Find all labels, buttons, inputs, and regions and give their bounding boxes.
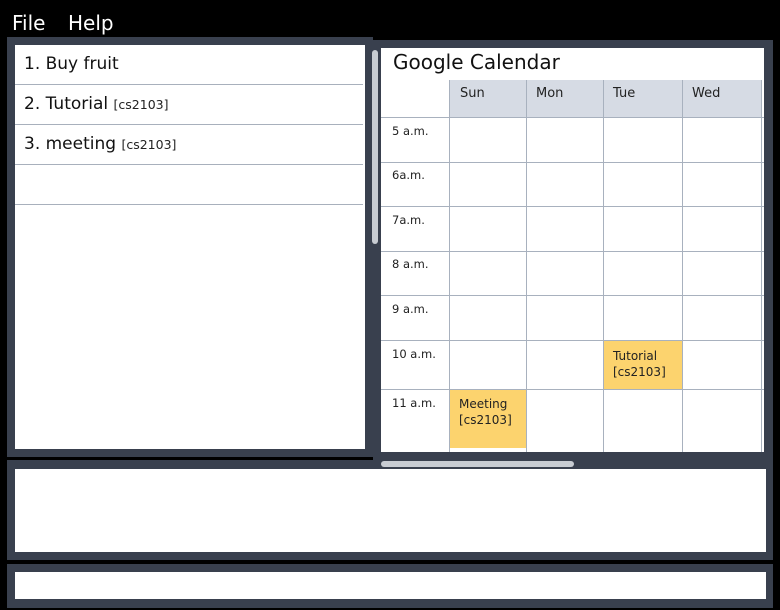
task-label: 3. meeting [24,134,117,154]
day-header-sun: Sun [460,86,485,101]
task-label: 1. Buy fruit [24,54,119,74]
calendar-event-tutorial[interactable]: Tutorial [cs2103] [604,341,682,389]
time-label: 5 a.m. [392,124,429,138]
time-label: 9 a.m. [392,302,429,316]
time-label: 11 a.m. [392,396,436,410]
day-header-mon: Mon [536,86,564,101]
event-tag: [cs2103] [459,413,512,427]
day-header-wed: Wed [692,86,721,101]
task-tag: [cs2103] [113,97,169,112]
task-tag: [cs2103] [121,137,177,152]
grid-line [381,295,764,296]
event-title: Tutorial [613,349,658,363]
time-label: 10 a.m. [392,347,436,361]
task-list-item-empty[interactable] [15,165,363,205]
task-list-item[interactable]: 1. Buy fruit [15,45,363,85]
horizontal-scrollbar[interactable] [381,461,574,467]
grid-line [761,80,762,452]
grid-line [526,80,527,452]
time-label: 7a.m. [392,213,425,227]
menu-file[interactable]: File [12,10,45,36]
task-list: 1. Buy fruit 2. Tutorial [cs2103] 3. mee… [15,45,365,449]
grid-line [603,80,604,452]
command-input[interactable] [15,572,766,599]
vertical-scrollbar[interactable] [372,50,378,244]
grid-line [381,117,764,118]
calendar-event-meeting[interactable]: Meeting [cs2103] [450,390,526,448]
day-header-tue: Tue [613,86,636,101]
task-label: 2. Tutorial [24,94,109,114]
task-list-item[interactable]: 3. meeting [cs2103] [15,125,363,165]
result-display [15,469,766,552]
calendar-title: Google Calendar [393,50,560,74]
menu-bar: File Help [0,0,780,38]
time-label: 8 a.m. [392,257,429,271]
grid-line [381,251,764,252]
menu-help[interactable]: Help [68,10,114,36]
grid-line [682,80,683,452]
grid-line [381,340,764,341]
grid-line [381,206,764,207]
grid-line [381,162,764,163]
grid-line [381,389,764,390]
calendar-panel: Google Calendar Sun Mon Tue Wed 5 a.m. 6… [381,48,764,452]
task-list-item[interactable]: 2. Tutorial [cs2103] [15,85,363,125]
event-tag: [cs2103] [613,365,666,379]
time-label: 6a.m. [392,168,425,182]
event-title: Meeting [459,397,508,411]
